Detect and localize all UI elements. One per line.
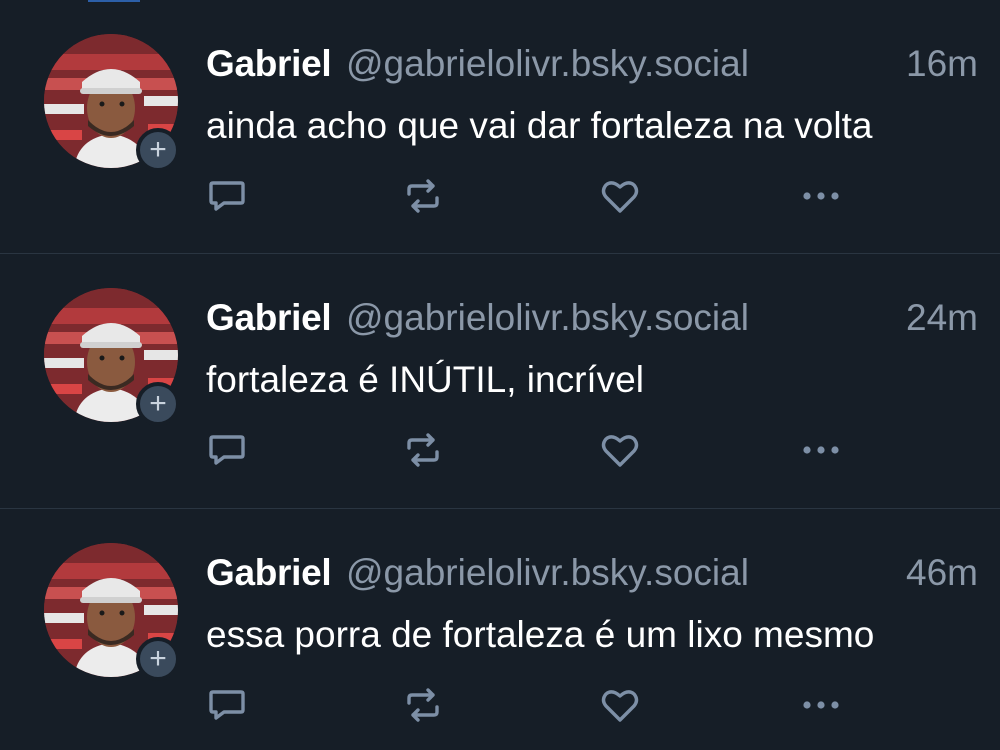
post[interactable]: + Gabriel @gabrielolivr.bsky.social 16m … bbox=[0, 0, 1000, 254]
post-timestamp[interactable]: 24m bbox=[906, 296, 978, 340]
more-options-button[interactable] bbox=[793, 422, 849, 478]
author-handle[interactable]: @gabrielolivr.bsky.social bbox=[346, 551, 749, 595]
post[interactable]: + Gabriel @gabrielolivr.bsky.social 46m … bbox=[0, 509, 1000, 750]
follow-plus-icon[interactable]: + bbox=[136, 128, 180, 172]
repost-button[interactable] bbox=[395, 677, 451, 733]
repost-icon bbox=[407, 433, 439, 467]
avatar-container: + bbox=[44, 288, 180, 426]
post-text: ainda acho que vai dar fortaleza na volt… bbox=[206, 105, 873, 146]
post[interactable]: + Gabriel @gabrielolivr.bsky.social 24m … bbox=[0, 254, 1000, 508]
more-icon bbox=[803, 192, 839, 200]
follow-plus-icon[interactable]: + bbox=[136, 637, 180, 681]
reply-icon bbox=[209, 435, 245, 465]
repost-button[interactable] bbox=[395, 422, 451, 478]
like-button[interactable] bbox=[592, 168, 648, 224]
post-header: Gabriel @gabrielolivr.bsky.social 46m bbox=[206, 551, 978, 595]
reply-button[interactable] bbox=[199, 168, 255, 224]
post-header: Gabriel @gabrielolivr.bsky.social 16m bbox=[206, 42, 978, 86]
reply-icon bbox=[209, 690, 245, 720]
more-options-button[interactable] bbox=[793, 677, 849, 733]
post-header: Gabriel @gabrielolivr.bsky.social 24m bbox=[206, 296, 978, 340]
more-icon bbox=[803, 701, 839, 709]
author-name[interactable]: Gabriel bbox=[206, 296, 332, 340]
repost-icon bbox=[407, 179, 439, 213]
repost-button[interactable] bbox=[395, 168, 451, 224]
avatar-container: + bbox=[44, 543, 180, 681]
follow-plus-icon[interactable]: + bbox=[136, 382, 180, 426]
post-feed: + Gabriel @gabrielolivr.bsky.social 16m … bbox=[0, 0, 1000, 750]
like-button[interactable] bbox=[592, 422, 648, 478]
author-name[interactable]: Gabriel bbox=[206, 551, 332, 595]
post-text: fortaleza é INÚTIL, incrível bbox=[206, 359, 644, 400]
like-button[interactable] bbox=[592, 677, 648, 733]
like-icon bbox=[601, 181, 639, 213]
post-timestamp[interactable]: 46m bbox=[906, 551, 978, 595]
post-text: essa porra de fortaleza é um lixo mesmo bbox=[206, 614, 875, 655]
reply-button[interactable] bbox=[199, 677, 255, 733]
reply-icon bbox=[209, 181, 245, 211]
author-handle[interactable]: @gabrielolivr.bsky.social bbox=[346, 42, 749, 86]
avatar-container: + bbox=[44, 34, 180, 172]
more-icon bbox=[803, 446, 839, 454]
post-timestamp[interactable]: 16m bbox=[906, 42, 978, 86]
post-actions bbox=[0, 422, 1000, 478]
author-name[interactable]: Gabriel bbox=[206, 42, 332, 86]
post-actions bbox=[0, 677, 1000, 733]
like-icon bbox=[601, 690, 639, 722]
author-handle[interactable]: @gabrielolivr.bsky.social bbox=[346, 296, 749, 340]
more-options-button[interactable] bbox=[793, 168, 849, 224]
repost-icon bbox=[407, 688, 439, 722]
post-actions bbox=[0, 168, 1000, 224]
reply-button[interactable] bbox=[199, 422, 255, 478]
like-icon bbox=[601, 435, 639, 467]
